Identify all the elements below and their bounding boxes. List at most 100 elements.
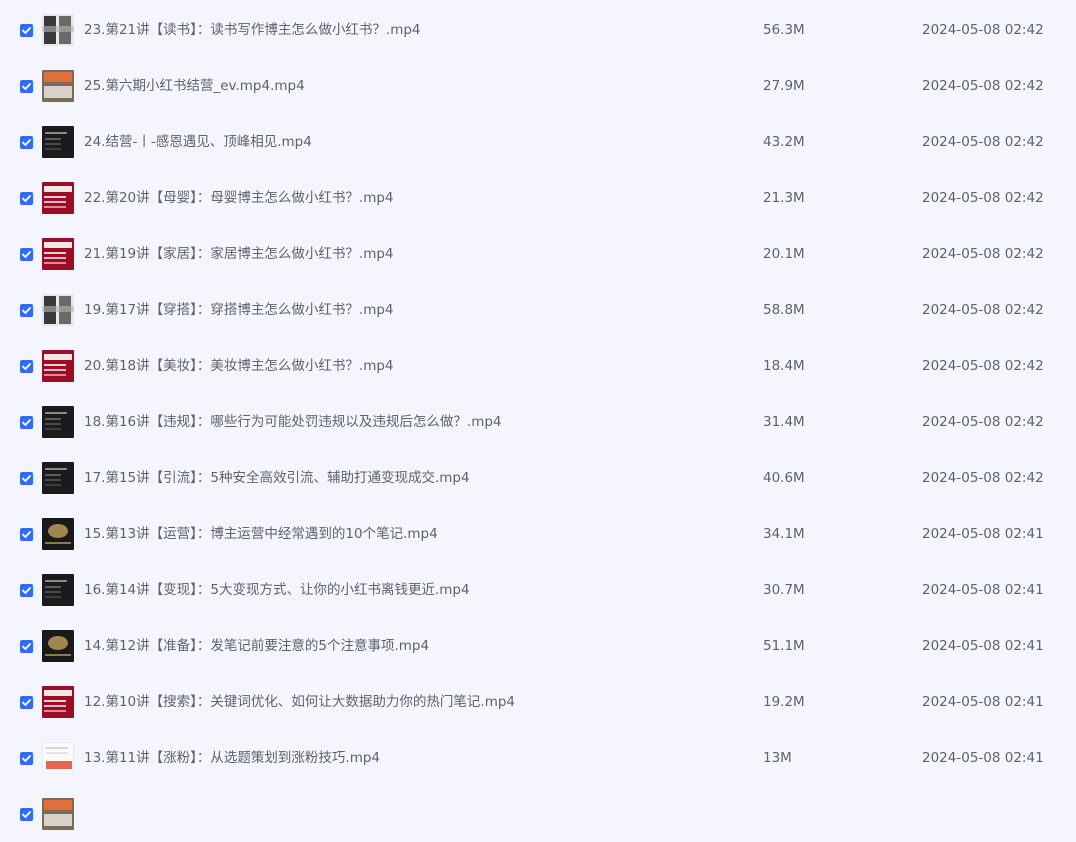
video-thumbnail[interactable] — [42, 686, 74, 718]
file-size: 27.9M — [763, 78, 805, 94]
file-row[interactable] — [0, 786, 1076, 842]
file-row[interactable]: 19.第17讲【穿搭】：穿搭博主怎么做小红书？.mp4 58.8M 2024-05-… — [0, 282, 1076, 338]
video-thumbnail[interactable] — [42, 70, 74, 102]
row-checkbox[interactable] — [20, 360, 33, 373]
row-checkbox[interactable] — [20, 416, 33, 429]
file-name[interactable]: 21.第19讲【家居】：家居博主怎么做小红书？.mp4 — [84, 245, 394, 263]
file-modified-date: 2024-05-08 02:42 — [922, 358, 1044, 374]
file-row[interactable]: 22.第20讲【母婴】：母婴博主怎么做小红书？.mp4 21.3M 2024-05-… — [0, 170, 1076, 226]
row-checkbox[interactable] — [20, 696, 33, 709]
file-row[interactable]: 25.第六期小红书结营_ev.mp4.mp4 27.9M 2024-05-08 02… — [0, 58, 1076, 114]
checkmark-icon — [22, 419, 31, 426]
video-thumbnail[interactable] — [42, 630, 74, 662]
checkmark-icon — [22, 475, 31, 482]
file-size: 19.2M — [763, 694, 805, 710]
file-size: 31.4M — [763, 414, 805, 430]
row-checkbox[interactable] — [20, 80, 33, 93]
row-checkbox[interactable] — [20, 808, 33, 821]
file-name[interactable]: 16.第14讲【变现】：5大变现方式、让你的小红书离钱更近.mp4 — [84, 581, 470, 599]
video-thumbnail[interactable] — [42, 294, 74, 326]
file-name[interactable]: 17.第15讲【引流】：5种安全高效引流、辅助打通变现成交.mp4 — [84, 469, 470, 487]
file-name[interactable]: 13.第11讲【涨粉】：从选题策划到涨粉技巧.mp4 — [84, 749, 380, 767]
checkmark-icon — [22, 531, 31, 538]
video-thumbnail[interactable] — [42, 798, 74, 830]
checkmark-icon — [22, 755, 31, 762]
file-row[interactable]: 15.第13讲【运营】：博主运营中经常遇到的10个笔记.mp4 34.1M 2024… — [0, 506, 1076, 562]
video-thumbnail[interactable] — [42, 126, 74, 158]
file-size: 13M — [763, 750, 792, 766]
video-thumbnail[interactable] — [42, 462, 74, 494]
checkmark-icon — [22, 587, 31, 594]
file-row[interactable]: 13.第11讲【涨粉】：从选题策划到涨粉技巧.mp4 13M 2024-05-08 … — [0, 730, 1076, 786]
file-row[interactable]: 20.第18讲【美妆】：美妆博主怎么做小红书？.mp4 18.4M 2024-05-… — [0, 338, 1076, 394]
file-size: 51.1M — [763, 638, 805, 654]
checkmark-icon — [22, 699, 31, 706]
file-size: 30.7M — [763, 582, 805, 598]
row-checkbox[interactable] — [20, 472, 33, 485]
file-name[interactable]: 19.第17讲【穿搭】：穿搭博主怎么做小红书？.mp4 — [84, 301, 394, 319]
file-modified-date: 2024-05-08 02:42 — [922, 134, 1044, 150]
video-thumbnail[interactable] — [42, 518, 74, 550]
video-thumbnail[interactable] — [42, 182, 74, 214]
checkmark-icon — [22, 195, 31, 202]
row-checkbox[interactable] — [20, 304, 33, 317]
row-checkbox[interactable] — [20, 584, 33, 597]
file-modified-date: 2024-05-08 02:41 — [922, 526, 1044, 542]
file-modified-date: 2024-05-08 02:42 — [922, 78, 1044, 94]
checkmark-icon — [22, 643, 31, 650]
file-list: 23.第21讲【读书】：读书写作博主怎么做小红书？.mp4 56.3M 2024-0… — [0, 2, 1076, 842]
file-name[interactable]: 18.第16讲【违规】：哪些行为可能处罚违规以及违规后怎么做？.mp4 — [84, 413, 502, 431]
file-modified-date: 2024-05-08 02:41 — [922, 638, 1044, 654]
file-row[interactable]: 12.第10讲【搜索】：关键词优化、如何让大数据助力你的热门笔记.mp4 19.2… — [0, 674, 1076, 730]
file-modified-date: 2024-05-08 02:42 — [922, 470, 1044, 486]
file-size: 34.1M — [763, 526, 805, 542]
row-checkbox[interactable] — [20, 752, 33, 765]
video-thumbnail[interactable] — [42, 574, 74, 606]
file-row[interactable]: 21.第19讲【家居】：家居博主怎么做小红书？.mp4 20.1M 2024-05-… — [0, 226, 1076, 282]
file-row[interactable]: 24.结营-丨-感恩遇见、顶峰相见.mp4 43.2M 2024-05-08 02:… — [0, 114, 1076, 170]
file-modified-date: 2024-05-08 02:41 — [922, 582, 1044, 598]
file-row[interactable]: 18.第16讲【违规】：哪些行为可能处罚违规以及违规后怎么做？.mp4 31.4M… — [0, 394, 1076, 450]
checkmark-icon — [22, 363, 31, 370]
file-modified-date: 2024-05-08 02:42 — [922, 190, 1044, 206]
video-thumbnail[interactable] — [42, 742, 74, 774]
file-modified-date: 2024-05-08 02:41 — [922, 694, 1044, 710]
file-size: 21.3M — [763, 190, 805, 206]
file-row[interactable]: 16.第14讲【变现】：5大变现方式、让你的小红书离钱更近.mp4 30.7M 20… — [0, 562, 1076, 618]
file-modified-date: 2024-05-08 02:42 — [922, 414, 1044, 430]
row-checkbox[interactable] — [20, 248, 33, 261]
file-size: 40.6M — [763, 470, 805, 486]
file-modified-date: 2024-05-08 02:42 — [922, 22, 1044, 38]
file-size: 18.4M — [763, 358, 805, 374]
file-name[interactable]: 12.第10讲【搜索】：关键词优化、如何让大数据助力你的热门笔记.mp4 — [84, 693, 515, 711]
file-name[interactable]: 14.第12讲【准备】：发笔记前要注意的5个注意事项.mp4 — [84, 637, 429, 655]
row-checkbox[interactable] — [20, 640, 33, 653]
file-size: 56.3M — [763, 22, 805, 38]
file-name[interactable]: 22.第20讲【母婴】：母婴博主怎么做小红书？.mp4 — [84, 189, 394, 207]
file-name[interactable]: 24.结营-丨-感恩遇见、顶峰相见.mp4 — [84, 133, 312, 151]
file-modified-date: 2024-05-08 02:41 — [922, 750, 1044, 766]
row-checkbox[interactable] — [20, 192, 33, 205]
video-thumbnail[interactable] — [42, 238, 74, 270]
checkmark-icon — [22, 307, 31, 314]
file-modified-date: 2024-05-08 02:42 — [922, 302, 1044, 318]
file-size: 58.8M — [763, 302, 805, 318]
file-name[interactable]: 20.第18讲【美妆】：美妆博主怎么做小红书？.mp4 — [84, 357, 394, 375]
file-row[interactable]: 23.第21讲【读书】：读书写作博主怎么做小红书？.mp4 56.3M 2024-0… — [0, 2, 1076, 58]
file-row[interactable]: 14.第12讲【准备】：发笔记前要注意的5个注意事项.mp4 51.1M 2024-… — [0, 618, 1076, 674]
checkmark-icon — [22, 139, 31, 146]
file-name[interactable]: 23.第21讲【读书】：读书写作博主怎么做小红书？.mp4 — [84, 21, 421, 39]
file-name[interactable]: 25.第六期小红书结营_ev.mp4.mp4 — [84, 77, 305, 95]
checkmark-icon — [22, 811, 31, 818]
row-checkbox[interactable] — [20, 528, 33, 541]
file-name[interactable]: 15.第13讲【运营】：博主运营中经常遇到的10个笔记.mp4 — [84, 525, 438, 543]
row-checkbox[interactable] — [20, 24, 33, 37]
file-row[interactable]: 17.第15讲【引流】：5种安全高效引流、辅助打通变现成交.mp4 40.6M 20… — [0, 450, 1076, 506]
video-thumbnail[interactable] — [42, 350, 74, 382]
checkmark-icon — [22, 251, 31, 258]
row-checkbox[interactable] — [20, 136, 33, 149]
checkmark-icon — [22, 83, 31, 90]
video-thumbnail[interactable] — [42, 14, 74, 46]
checkmark-icon — [22, 27, 31, 34]
video-thumbnail[interactable] — [42, 406, 74, 438]
